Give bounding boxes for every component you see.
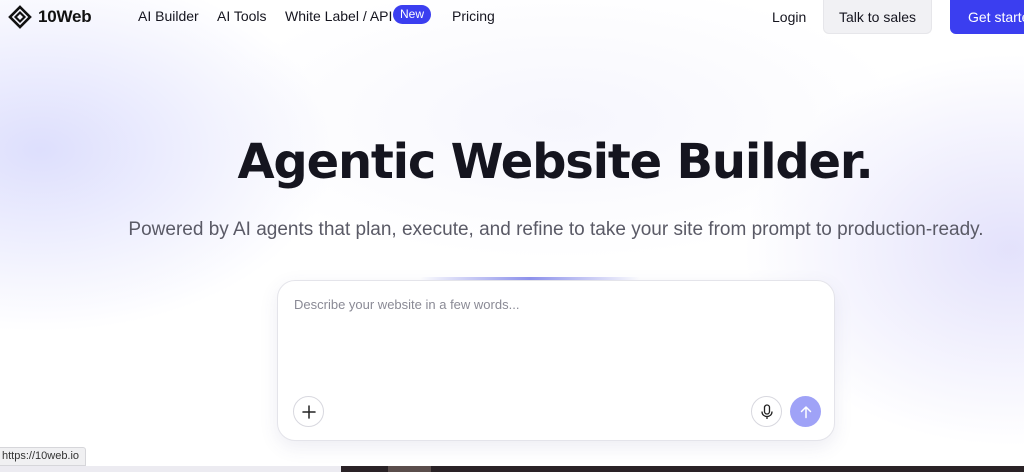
top-navigation: 10Web AI Builder AI Tools White Label / …: [0, 0, 1024, 34]
voice-input-button[interactable]: [751, 396, 782, 427]
nav-link-ai-builder[interactable]: AI Builder: [138, 8, 199, 24]
nav-link-white-label-api[interactable]: White Label / API: [285, 8, 392, 24]
logo[interactable]: 10Web: [8, 5, 92, 29]
plus-icon: [301, 404, 316, 419]
microphone-icon: [760, 403, 773, 419]
logo-mark-icon: [8, 5, 32, 29]
page-title: Agentic Website Builder.: [237, 134, 873, 190]
get-started-button[interactable]: Get started: [950, 0, 1024, 34]
arrow-up-icon: [800, 405, 811, 418]
nav-link-ai-tools[interactable]: AI Tools: [217, 8, 267, 24]
hero-subtitle: Powered by AI agents that plan, execute,…: [128, 219, 984, 240]
next-section-image: [341, 466, 1024, 472]
website-description-input[interactable]: [292, 295, 816, 389]
link-status-bar: https://10web.io: [0, 447, 87, 466]
new-badge: New: [393, 5, 431, 24]
prompt-box: [277, 280, 835, 441]
talk-to-sales-button[interactable]: Talk to sales: [823, 0, 932, 34]
login-link[interactable]: Login: [772, 9, 806, 25]
submit-prompt-button[interactable]: [790, 396, 821, 427]
logo-text: 10Web: [38, 7, 92, 26]
add-attachment-button[interactable]: [293, 396, 324, 427]
nav-link-pricing[interactable]: Pricing: [452, 8, 495, 24]
next-section-image-detail: [388, 466, 431, 472]
